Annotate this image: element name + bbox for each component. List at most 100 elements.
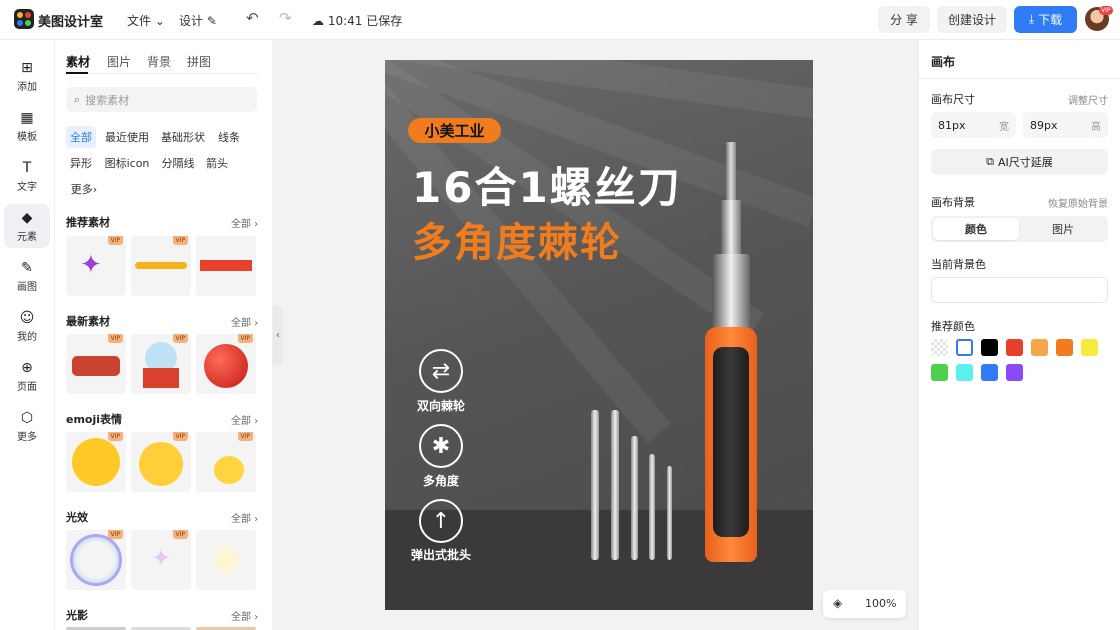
poster-tag[interactable]: 小美工业: [408, 118, 501, 143]
tab-color[interactable]: 颜色: [933, 218, 1019, 240]
chip-lines[interactable]: 线条: [214, 126, 244, 148]
asset-thumb[interactable]: [196, 236, 256, 296]
width-field[interactable]: 81px 宽: [931, 112, 1016, 138]
swap-arrows-icon[interactable]: ⇄: [419, 349, 463, 393]
tab-divider: [66, 73, 258, 74]
asset-thumb[interactable]: VIP: [196, 334, 256, 394]
asset-thumb[interactable]: VIP: [66, 530, 126, 590]
feature-label[interactable]: 多角度: [403, 472, 479, 489]
chip-basic-shapes[interactable]: 基础形状: [158, 126, 208, 148]
color-swatch[interactable]: [1006, 364, 1023, 381]
tab-collage[interactable]: 拼图: [187, 53, 211, 70]
color-swatch[interactable]: [956, 339, 973, 356]
undo-icon[interactable]: ↶: [246, 9, 259, 27]
arrow-up-icon[interactable]: ↑: [419, 499, 463, 543]
redo-icon[interactable]: ↷: [279, 9, 292, 27]
asset-thumb[interactable]: VIP: [131, 334, 191, 394]
user-icon: ☺: [19, 310, 35, 326]
app-logo-icon[interactable]: [14, 9, 34, 29]
color-swatch[interactable]: [1056, 339, 1073, 356]
asset-thumb[interactable]: [196, 530, 256, 590]
collapse-panel-button[interactable]: ‹: [273, 305, 283, 365]
asterisk-icon[interactable]: ✱: [419, 424, 463, 468]
download-button[interactable]: ⤓ 下载: [1014, 6, 1077, 33]
asset-thumb[interactable]: ✦ VIP: [66, 236, 126, 296]
see-all-link[interactable]: 全部 ›: [231, 412, 258, 427]
screwdriver-image[interactable]: [705, 142, 757, 562]
color-swatch[interactable]: [1081, 339, 1098, 356]
feature-label[interactable]: 双向棘轮: [403, 397, 479, 414]
section-title-emoji: emoji表情: [66, 413, 123, 426]
design-canvas[interactable]: 小美工业 16合1螺丝刀 多角度棘轮 ⇄ 双向棘轮 ✱ 多角度 ↑ 弹出式批头: [385, 60, 813, 610]
search-icon: ⌕: [74, 92, 81, 106]
tab-image[interactable]: 图片: [1020, 218, 1106, 240]
see-all-link[interactable]: 全部 ›: [231, 215, 258, 230]
tab-images[interactable]: 图片: [107, 53, 131, 70]
color-swatch[interactable]: [1031, 339, 1048, 356]
drill-bit-image[interactable]: [591, 410, 599, 560]
zoom-control[interactable]: ◈ 100%: [823, 590, 906, 618]
see-all-link[interactable]: 全部 ›: [231, 510, 258, 525]
create-design-button[interactable]: 创建设计: [937, 6, 1007, 33]
vip-badge: VIP: [172, 236, 188, 245]
see-all-link[interactable]: 全部 ›: [231, 608, 258, 623]
drill-bit-image[interactable]: [649, 454, 655, 560]
restore-bg-link[interactable]: 恢复原始背景: [1048, 195, 1108, 210]
feature-label[interactable]: 弹出式批头: [403, 546, 479, 563]
height-field[interactable]: 89px 高: [1023, 112, 1108, 138]
current-bg-color-field[interactable]: [931, 277, 1108, 303]
asset-thumb[interactable]: VIP: [131, 432, 191, 492]
color-swatch[interactable]: [981, 339, 998, 356]
chevron-right-icon: ›: [254, 514, 259, 525]
rail-item-pages[interactable]: ⊕ 页面: [4, 354, 50, 398]
tab-backgrounds[interactable]: 背景: [147, 53, 171, 70]
rail-item-add[interactable]: ⊞ 添加: [4, 54, 50, 98]
asset-thumb[interactable]: VIP: [66, 432, 126, 492]
color-swatch[interactable]: [931, 339, 948, 356]
share-button[interactable]: 分 享: [878, 6, 930, 33]
search-input[interactable]: ⌕ 搜索素材: [66, 87, 257, 112]
chip-dividers[interactable]: 分隔线: [158, 152, 198, 174]
color-swatch[interactable]: [956, 364, 973, 381]
tab-materials[interactable]: 素材: [66, 53, 90, 70]
ai-extend-button[interactable]: ⧉ AI尺寸延展: [931, 149, 1108, 175]
color-swatch[interactable]: [931, 364, 948, 381]
red-bar-shape: [200, 260, 252, 271]
party-popper-icon: ✦: [80, 250, 102, 280]
color-swatch[interactable]: [1006, 339, 1023, 356]
file-menu[interactable]: 文件 ⌄: [127, 12, 165, 29]
asset-thumb[interactable]: VIP: [196, 432, 256, 492]
rail-item-template[interactable]: ▦ 模板: [4, 104, 50, 148]
cube-icon: ⬡: [20, 410, 34, 426]
rail-item-text[interactable]: T 文字: [4, 154, 50, 198]
color-swatch[interactable]: [981, 364, 998, 381]
chip-arrows[interactable]: 箭头: [204, 152, 230, 174]
zoom-level[interactable]: 100%: [865, 597, 896, 610]
layers-icon[interactable]: ◈: [833, 596, 842, 610]
template-icon: ▦: [20, 110, 34, 126]
asset-thumb[interactable]: VIP: [66, 334, 126, 394]
drill-bit-image[interactable]: [667, 466, 672, 560]
chip-all[interactable]: 全部: [66, 126, 96, 148]
chip-icons[interactable]: 图标icon: [102, 152, 152, 174]
rail-item-mine[interactable]: ☺ 我的: [4, 304, 50, 348]
chip-more[interactable]: 更多 ›: [66, 178, 102, 200]
chip-irregular[interactable]: 异形: [66, 152, 96, 174]
resize-link[interactable]: 调整尺寸: [1068, 92, 1108, 107]
rail-item-elements[interactable]: ◆ 元素: [4, 204, 50, 248]
cloud-icon: ☁: [312, 14, 324, 28]
chip-recent[interactable]: 最近使用: [102, 126, 152, 148]
current-bg-label: 当前背景色: [931, 258, 986, 271]
rail-item-draw[interactable]: ✎ 画图: [4, 254, 50, 298]
rail-item-more[interactable]: ⬡ 更多: [4, 404, 50, 448]
vip-badge: VIP: [107, 432, 123, 441]
drill-bit-image[interactable]: [611, 410, 619, 560]
chevron-left-icon: ‹: [276, 329, 280, 341]
asset-thumb[interactable]: VIP: [131, 236, 191, 296]
poster-headline[interactable]: 16合1螺丝刀: [412, 154, 682, 215]
design-menu[interactable]: 设计 ✎: [179, 12, 217, 29]
see-all-link[interactable]: 全部 ›: [231, 314, 258, 329]
poster-subheadline[interactable]: 多角度棘轮: [412, 210, 622, 268]
drill-bit-image[interactable]: [631, 436, 638, 560]
asset-thumb[interactable]: ✦ VIP: [131, 530, 191, 590]
